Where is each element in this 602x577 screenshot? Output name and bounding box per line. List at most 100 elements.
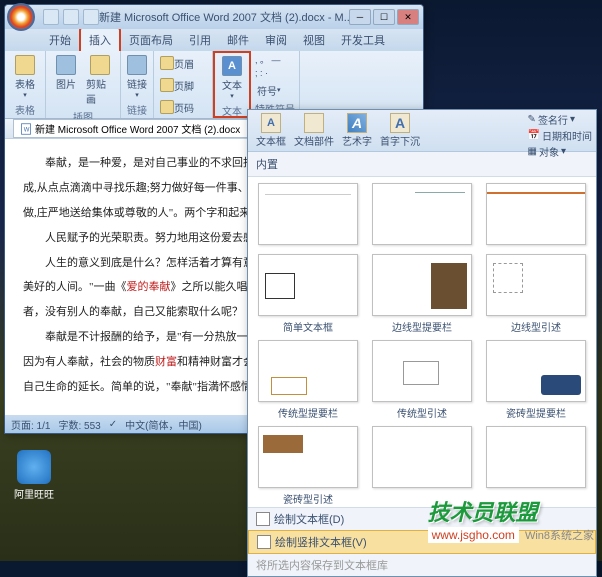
status-words[interactable]: 字数: 553 (58, 417, 100, 432)
tab-references[interactable]: 引用 (181, 29, 219, 51)
gallery-item[interactable] (368, 183, 476, 248)
status-lang[interactable]: 中文(简体，中国) (125, 417, 202, 432)
watermark: 技术员联盟 www.jsgho.com Win8系统之家 (428, 495, 594, 543)
clipart-icon (90, 55, 110, 75)
link-icon (127, 55, 147, 75)
group-header-footer: 页眉 页脚 页码 页眉和页脚 (154, 51, 213, 118)
tab-layout[interactable]: 页面布局 (121, 29, 181, 51)
gallery-item[interactable]: 边线型引述 (482, 254, 590, 334)
status-check-icon[interactable]: ✓ (109, 419, 117, 430)
draw-textbox-icon (256, 512, 270, 526)
tab-developer[interactable]: 开发工具 (333, 29, 393, 51)
window-title: 新建 Microsoft Office Word 2007 文档 (2).doc… (99, 9, 349, 25)
gallery-thumb (258, 426, 358, 488)
svg-text:W: W (24, 127, 30, 133)
footer-button[interactable]: 页脚 (158, 75, 196, 95)
gallery-item[interactable]: 传统型提要栏 (254, 340, 362, 420)
signature-button[interactable]: ✎签名行▾ (528, 112, 592, 127)
table-icon (15, 55, 35, 75)
desktop-shortcut[interactable]: 阿里旺旺 (14, 450, 54, 501)
quick-access-toolbar (43, 9, 99, 25)
gallery-item[interactable]: 瓷砖型引述 (254, 426, 362, 506)
qat-undo-icon[interactable] (63, 9, 79, 25)
gallery-item[interactable] (254, 183, 362, 248)
pagenum-button[interactable]: 页码 (158, 97, 196, 117)
chevron-down-icon: ▾ (135, 91, 139, 99)
header-icon (160, 56, 174, 70)
titlebar: 新建 Microsoft Office Word 2007 文档 (2).doc… (5, 5, 423, 29)
group-text-highlighted: A 文本 ▾ 文本 (213, 51, 251, 118)
gallery-item-label: 传统型引述 (397, 405, 447, 420)
object-button[interactable]: ▦对象▾ (528, 144, 592, 159)
gallery-item[interactable] (368, 426, 476, 506)
tab-view[interactable]: 视图 (295, 29, 333, 51)
symbol-row[interactable]: , 。 — (255, 53, 281, 66)
desktop-icon-label: 阿里旺旺 (14, 486, 54, 501)
gallery-item[interactable]: 边线型提要栏 (368, 254, 476, 334)
gallery-thumb (486, 340, 586, 402)
office-button[interactable] (7, 3, 35, 31)
gallery-item[interactable]: 瓷砖型提要栏 (482, 340, 590, 420)
clipart-button[interactable]: 剪贴画 (84, 53, 116, 108)
qat-save-icon[interactable] (43, 9, 59, 25)
ribbon-tabs: 开始 插入 页面布局 引用 邮件 审阅 视图 开发工具 (5, 29, 423, 51)
gallery-item-label: 边线型引述 (511, 319, 561, 334)
gallery-item[interactable] (482, 183, 590, 248)
gallery-thumb (258, 254, 358, 316)
popup-textbox-button[interactable]: A 文本框 (252, 112, 290, 149)
gallery-item[interactable] (482, 426, 590, 506)
doc-tab-item[interactable]: W 新建 Microsoft Office Word 2007 文档 (2).d… (13, 119, 260, 138)
gallery-thumb (372, 340, 472, 402)
popup-wordart-button[interactable]: A 艺术字 (338, 112, 376, 149)
gallery-item[interactable]: 简单文本框 (254, 254, 362, 334)
footer-icon (160, 78, 174, 92)
gallery-item-label: 瓷砖型提要栏 (506, 405, 566, 420)
group-illustrations: 图片 剪贴画 插图 (46, 51, 121, 118)
signature-icon: ✎ (528, 114, 536, 125)
draw-vtextbox-icon (257, 535, 271, 549)
chevron-down-icon: ▾ (23, 91, 27, 99)
status-page[interactable]: 页面: 1/1 (11, 417, 50, 432)
gallery-thumb (486, 183, 586, 245)
word-doc-icon: W (20, 123, 32, 135)
gallery-thumb (486, 426, 586, 488)
tab-mailings[interactable]: 邮件 (219, 29, 257, 51)
minimize-button[interactable]: ─ (349, 9, 371, 25)
picture-icon (56, 55, 76, 75)
qat-redo-icon[interactable] (83, 9, 99, 25)
datetime-button[interactable]: 📅日期和时间 (528, 128, 592, 143)
tab-home[interactable]: 开始 (41, 29, 79, 51)
link-button[interactable]: 链接 ▾ (125, 53, 149, 101)
table-button[interactable]: 表格 ▾ (9, 53, 41, 101)
symbols-button[interactable]: 符号▾ (255, 80, 283, 100)
wordart-icon: A (347, 113, 367, 133)
gallery-thumb (486, 254, 586, 316)
gallery-item-label: 瓷砖型引述 (283, 491, 333, 506)
dropcap-icon: A (390, 113, 410, 133)
object-icon: ▦ (528, 146, 537, 157)
gallery-item-label: 边线型提要栏 (392, 319, 452, 334)
symbol-row[interactable]: ; : · (255, 68, 268, 78)
quickparts-icon (304, 113, 324, 133)
header-button[interactable]: 页眉 (158, 53, 196, 73)
gallery-thumb (372, 426, 472, 488)
popup-quickparts-button[interactable]: 文档部件 (290, 112, 338, 149)
gallery-thumb (372, 183, 472, 245)
close-button[interactable]: ✕ (397, 9, 419, 25)
textbox-button[interactable]: A 文本 ▾ (216, 54, 248, 102)
chevron-down-icon: ▾ (230, 92, 234, 100)
tab-insert[interactable]: 插入 (79, 27, 121, 51)
save-selection-menuitem[interactable]: 将所选内容保存到文本框库 (248, 554, 596, 576)
picture-button[interactable]: 图片 (50, 53, 82, 93)
textbox-icon: A (222, 56, 242, 76)
gallery-thumb (372, 254, 472, 316)
group-tables: 表格 ▾ 表格 (5, 51, 46, 118)
maximize-button[interactable]: ☐ (373, 9, 395, 25)
popup-dropcap-button[interactable]: A 首字下沉 (376, 112, 424, 149)
gallery-item-label: 传统型提要栏 (278, 405, 338, 420)
group-links: 链接 ▾ 链接 (121, 51, 154, 118)
gallery-item[interactable]: 传统型引述 (368, 340, 476, 420)
tab-review[interactable]: 审阅 (257, 29, 295, 51)
textbox-gallery: 简单文本框边线型提要栏 边线型引述传统型提要栏 传统型引述 瓷砖型提要栏瓷砖型引述 (248, 177, 596, 507)
aliwangwang-icon (17, 450, 51, 484)
